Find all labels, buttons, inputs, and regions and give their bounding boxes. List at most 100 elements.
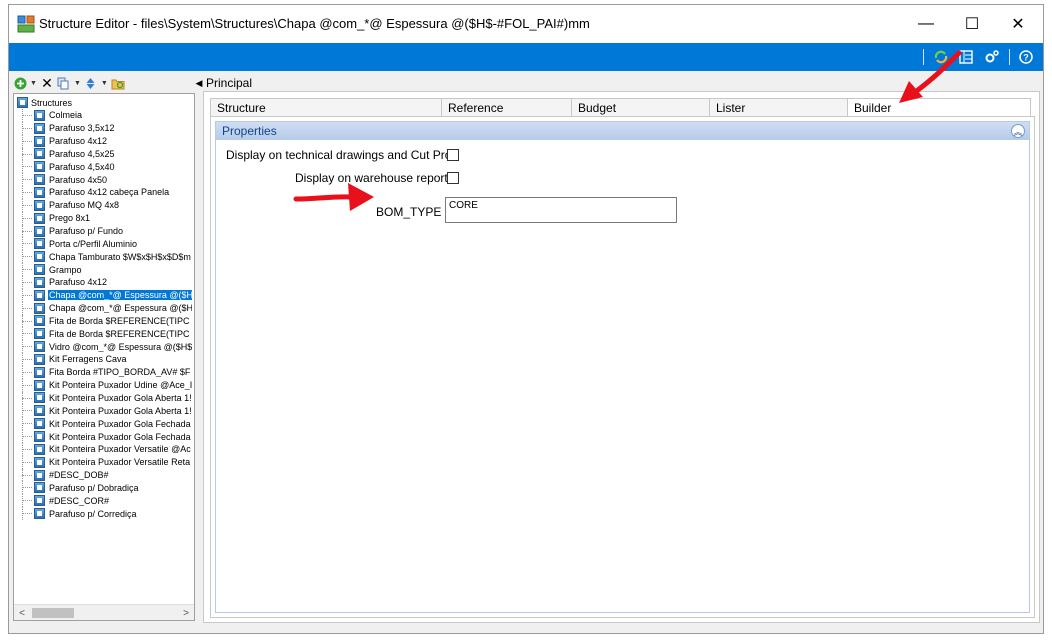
- tree-item[interactable]: Prego 8x1: [16, 211, 192, 225]
- tree-item[interactable]: Vidro @com_*@ Espessura @($H$: [16, 340, 192, 353]
- scroll-left-icon[interactable]: <: [14, 605, 30, 620]
- tree-item-label: Parafuso 3,5x12: [49, 123, 115, 134]
- tree-item-label: Prego 8x1: [49, 213, 91, 224]
- tree-item-label: Kit Ponteira Puxador Versatile @Ac: [49, 444, 191, 455]
- tree-item-label: Fita de Borda $REFERENCE(TIPC: [49, 328, 190, 339]
- tree-item[interactable]: Porta c/Perfil Aluminio: [16, 237, 192, 251]
- tree-item[interactable]: Kit Ponteira Puxador Gola Aberta 1!: [16, 404, 192, 418]
- tree-item[interactable]: Chapa Tamburato $W$x$H$x$D$m: [16, 250, 192, 263]
- structure-item-icon: [34, 289, 45, 301]
- tree-item[interactable]: Parafuso 4x50: [16, 173, 192, 186]
- tab-builder[interactable]: Builder: [847, 98, 1031, 116]
- structure-item-icon: [34, 405, 45, 417]
- move-icon[interactable]: [84, 76, 98, 90]
- tree-item-label: Grampo: [49, 264, 82, 275]
- tree-item-label: Parafuso 4x12: [49, 277, 108, 288]
- tree-item[interactable]: Grampo: [16, 263, 192, 276]
- tree-item[interactable]: Colmeia: [16, 109, 192, 122]
- tree-item[interactable]: Parafuso 4,5x25: [16, 147, 192, 161]
- tree-item-label: Chapa Tamburato $W$x$H$x$D$m: [49, 251, 191, 262]
- tree-item[interactable]: Parafuso p/ Dobradiça: [16, 481, 192, 495]
- tree-item-label: Colmeia: [49, 110, 83, 121]
- move-dropdown-icon[interactable]: ▼: [101, 80, 108, 87]
- copy-dropdown-icon[interactable]: ▼: [74, 80, 81, 87]
- tab-reference[interactable]: Reference: [441, 98, 572, 116]
- display-drawings-checkbox[interactable]: [447, 149, 459, 161]
- delete-icon[interactable]: ✕: [40, 75, 54, 91]
- tree-item[interactable]: Fita de Borda $REFERENCE(TIPC: [16, 327, 192, 341]
- close-button[interactable]: ✕: [995, 5, 1041, 43]
- svg-text:?: ?: [1023, 53, 1029, 63]
- tree-item[interactable]: #DESC_DOB#: [16, 468, 192, 482]
- tree-item[interactable]: Kit Ponteira Puxador Versatile Reta: [16, 455, 192, 469]
- tree-item-label: Kit Ponteira Puxador Gola Fechada: [49, 418, 191, 429]
- collapse-chevron-icon[interactable]: ︽: [1011, 124, 1025, 138]
- structure-item-icon: [34, 161, 45, 173]
- structure-item-icon: [34, 302, 45, 314]
- bom-type-label: BOM_TYPE: [376, 205, 442, 219]
- tree-item[interactable]: Fita de Borda $REFERENCE(TIPC: [16, 314, 192, 328]
- tree-item[interactable]: Chapa @com_*@ Espessura @($H: [16, 301, 192, 315]
- tree-item[interactable]: Parafuso 4x12: [16, 275, 192, 289]
- top-ribbon-bar: [9, 43, 1043, 71]
- tree-item-label: Chapa @com_*@ Espessura @($H: [49, 303, 192, 314]
- structure-item-icon: [34, 469, 45, 481]
- tree-item[interactable]: Kit Ponteira Puxador Gola Fechada: [16, 430, 192, 443]
- tree-item[interactable]: Parafuso 4,5x40: [16, 160, 192, 174]
- minimize-button[interactable]: —: [903, 5, 949, 43]
- structure-item-icon: [34, 392, 45, 404]
- tree-item[interactable]: Parafuso 4x12 cabeça Panela: [16, 186, 192, 199]
- tree-item[interactable]: Chapa @com_*@ Espessura @($H: [16, 288, 192, 302]
- structure-item-icon: [34, 443, 45, 455]
- structure-item-icon: [34, 456, 45, 468]
- tab-lister[interactable]: Lister: [709, 98, 848, 116]
- scroll-right-icon[interactable]: >: [178, 605, 194, 620]
- display-warehouse-checkbox[interactable]: [447, 172, 459, 184]
- folder-refresh-icon[interactable]: [111, 76, 125, 90]
- tree-item[interactable]: Parafuso MQ 4x8: [16, 198, 192, 212]
- settings-icon[interactable]: [983, 48, 1001, 66]
- tree-item-label: Kit Ponteira Puxador Gola Aberta 1!: [49, 392, 192, 403]
- horizontal-scrollbar[interactable]: < >: [14, 604, 194, 620]
- structure-item-icon: [34, 148, 45, 160]
- structure-item-icon: [34, 276, 45, 288]
- help-icon[interactable]: ?: [1017, 48, 1035, 66]
- tree-root[interactable]: Structures: [16, 96, 192, 109]
- structure-item-icon: [34, 212, 45, 224]
- layout-icon[interactable]: [957, 48, 975, 66]
- tree-item-label: Fita Borda #TIPO_BORDA_AV# $F: [49, 367, 191, 378]
- tree-item-label: Parafuso 4,5x40: [49, 161, 115, 172]
- tree-item[interactable]: #DESC_COR#: [16, 494, 192, 508]
- tree-item[interactable]: Parafuso 4x12: [16, 134, 192, 148]
- tree-item[interactable]: Kit Ponteira Puxador Gola Fechada: [16, 417, 192, 430]
- tree-item[interactable]: Kit Ponteira Puxador Udine @Ace_I: [16, 378, 192, 392]
- tree-item[interactable]: Kit Ferragens Cava: [16, 353, 192, 366]
- tree-item[interactable]: Kit Ponteira Puxador Gola Aberta 1!: [16, 391, 192, 405]
- tree-item-label: Parafuso p/ Dobradiça: [49, 482, 139, 493]
- tree-item[interactable]: Kit Ponteira Puxador Versatile @Ac: [16, 442, 192, 456]
- tree-item[interactable]: Parafuso 3,5x12: [16, 121, 192, 135]
- title-bar: Structure Editor - files\System\Structur…: [9, 5, 1043, 43]
- display-drawings-label: Display on technical drawings and Cut Pr…: [226, 148, 452, 162]
- tab-budget[interactable]: Budget: [571, 98, 710, 116]
- add-dropdown-icon[interactable]: ▼: [30, 80, 37, 87]
- refresh-icon[interactable]: [932, 48, 950, 66]
- properties-container: Structure Reference Budget Lister Builder Pr…: [203, 91, 1040, 623]
- tree-item[interactable]: Parafuso p/ Corrediça: [16, 507, 192, 520]
- structure-item-icon: [34, 379, 45, 391]
- properties-header[interactable]: Properties ︽: [216, 122, 1029, 140]
- tree-item[interactable]: Fita Borda #TIPO_BORDA_AV# $F: [16, 365, 192, 379]
- structures-icon: [17, 97, 28, 108]
- structure-item-icon: [34, 199, 45, 211]
- tab-structure[interactable]: Structure: [210, 98, 442, 116]
- tree-item-label: Parafuso MQ 4x8: [49, 200, 120, 211]
- tree-item[interactable]: Parafuso p/ Fundo: [16, 224, 192, 238]
- builder-tab-content: Properties ︽ Display on technical drawin…: [210, 116, 1035, 618]
- structure-item-icon: [34, 328, 45, 340]
- copy-icon[interactable]: [57, 76, 71, 90]
- scrollbar-thumb[interactable]: [32, 608, 74, 618]
- add-icon[interactable]: [13, 76, 27, 90]
- collapse-splitter-icon[interactable]: ◀: [195, 73, 203, 93]
- maximize-button[interactable]: ☐: [949, 5, 995, 43]
- bom-type-input[interactable]: CORE: [445, 197, 677, 223]
